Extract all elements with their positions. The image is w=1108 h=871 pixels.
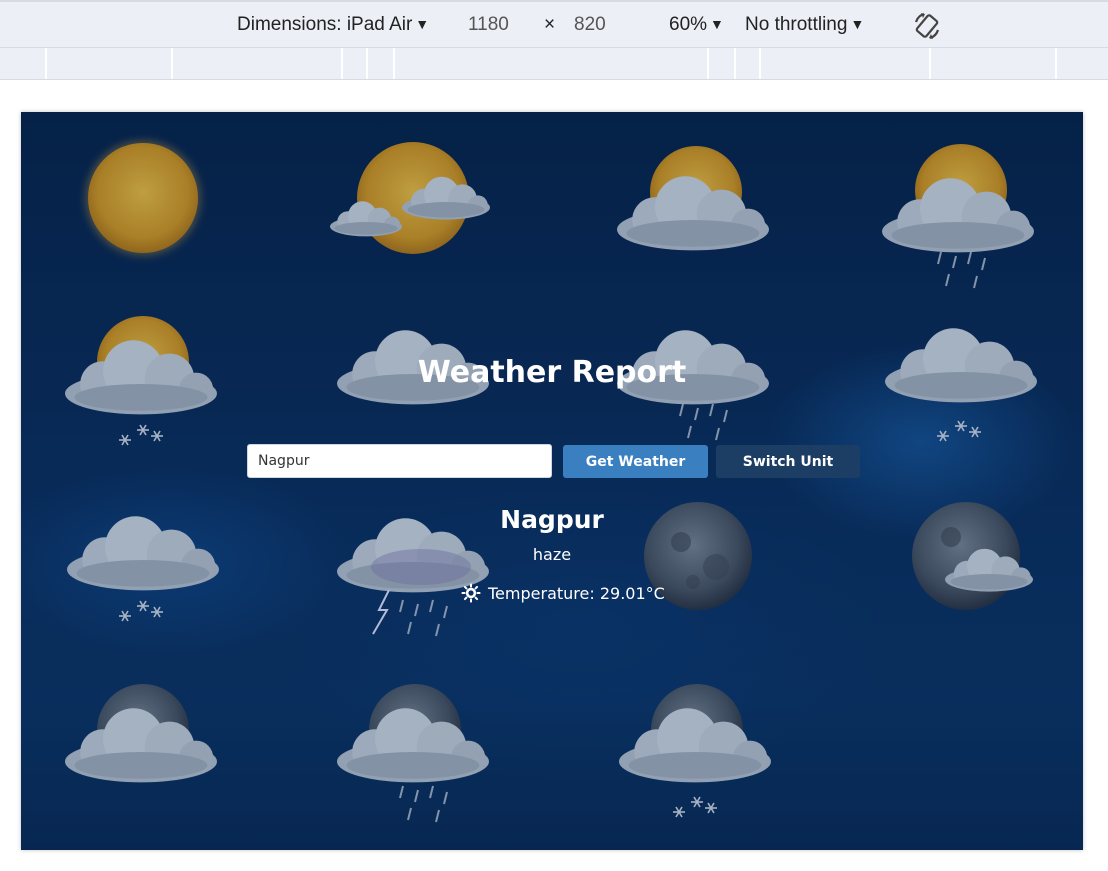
chevron-down-icon: ▼	[710, 16, 724, 32]
device-toolbar: Dimensions: iPad Air ▼ 1180 × 820 60% ▼ No…	[0, 0, 1108, 47]
search-form: Get Weather Switch Unit	[247, 444, 867, 478]
media-query-ruler	[0, 47, 1108, 80]
weather-icons-background	[21, 112, 1083, 850]
city-input[interactable]	[247, 444, 552, 478]
weather-condition: haze	[532, 545, 572, 564]
device-viewport: Weather Report Get Weather Switch Unit N…	[21, 112, 1083, 850]
zoom-dropdown[interactable]: 60% ▼	[669, 14, 724, 36]
page-title: Weather Report	[417, 355, 687, 390]
throttling-label: No throttling	[745, 14, 848, 35]
device-dimensions-dropdown[interactable]: Dimensions: iPad Air ▼	[237, 14, 429, 36]
get-weather-button[interactable]: Get Weather	[563, 445, 708, 478]
chevron-down-icon: ▼	[850, 16, 865, 32]
throttling-dropdown[interactable]: No throttling ▼	[745, 14, 864, 36]
switch-unit-button[interactable]: Switch Unit	[716, 445, 860, 478]
rotate-icon[interactable]	[912, 10, 942, 48]
city-name: Nagpur	[500, 505, 604, 534]
temperature-text: Temperature: 29.01°C	[488, 583, 665, 603]
width-field[interactable]: 1180	[468, 14, 509, 36]
chevron-down-icon: ▼	[415, 16, 430, 32]
sun-gear-icon	[461, 583, 481, 603]
temperature-row: Temperature: 29.01°C	[461, 582, 665, 604]
height-field[interactable]: 820	[574, 14, 606, 36]
zoom-label: 60%	[669, 14, 708, 35]
times-icon: ×	[544, 14, 556, 35]
device-dimensions-label: Dimensions: iPad Air	[237, 14, 413, 35]
